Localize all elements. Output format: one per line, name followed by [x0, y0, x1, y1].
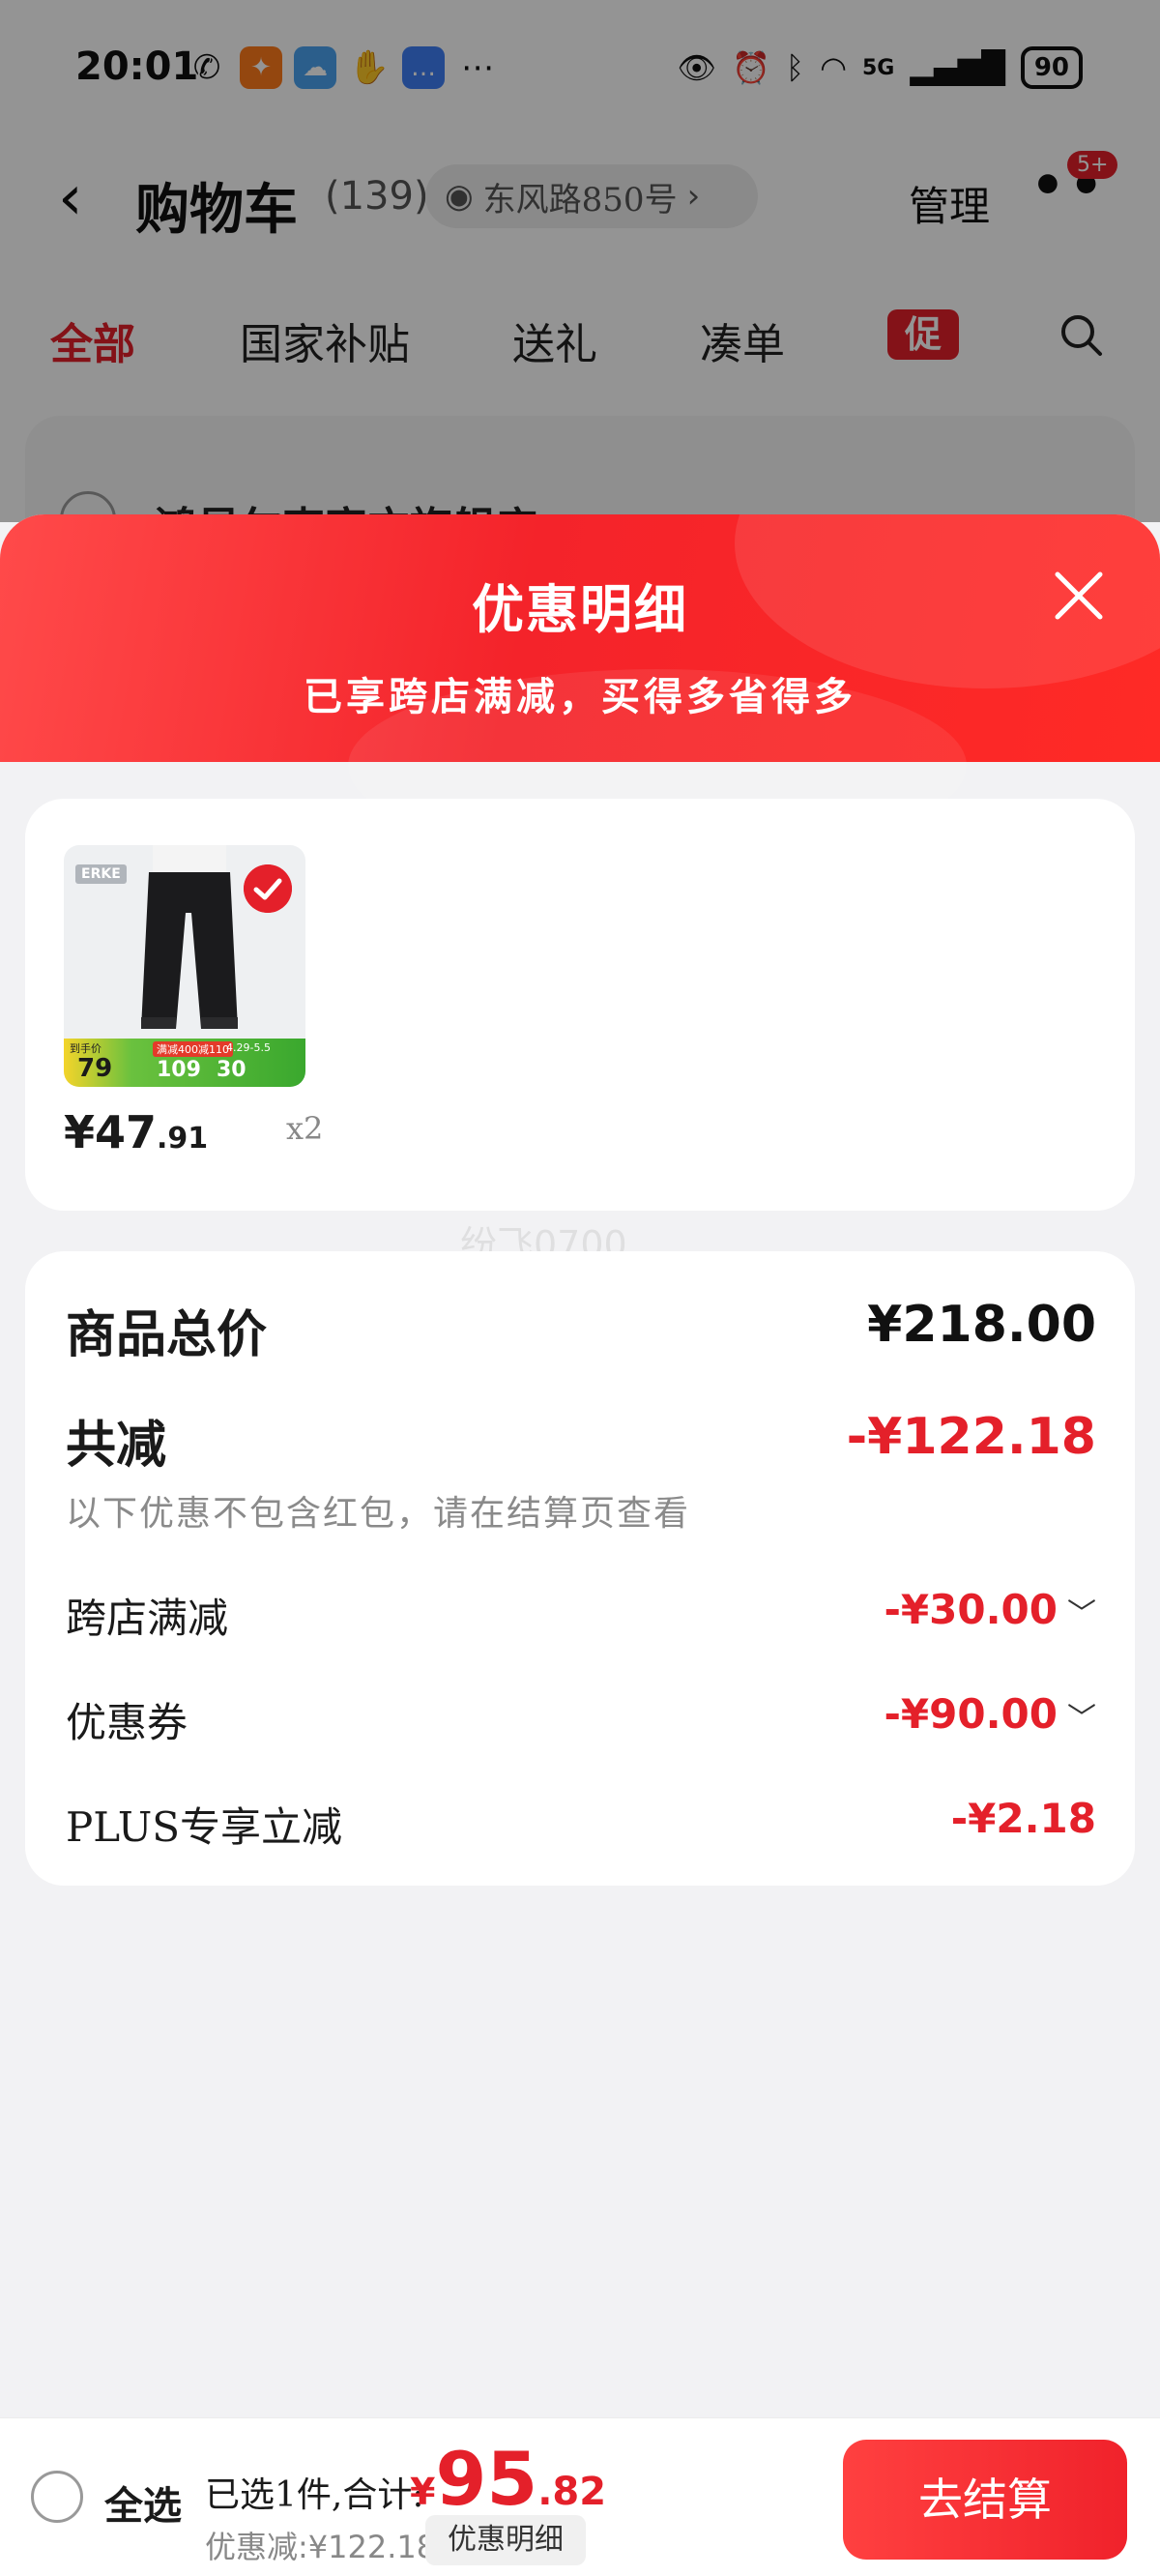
- pants-image: [141, 845, 238, 1029]
- coupon-value: -¥90.00: [884, 1690, 1058, 1738]
- product-price: ¥47.91: [64, 1106, 208, 1158]
- selected-check-icon: [244, 864, 292, 913]
- cross-store-label: 跨店满减: [66, 1595, 229, 1642]
- checkout-bar: 全选 已选1件,合计: ¥95.82 优惠减:¥122.18 优惠明细 去结算: [0, 2417, 1160, 2576]
- chevron-down-icon: ﹀: [1067, 1702, 1096, 1736]
- total-reduce-value: -¥122.18: [846, 1408, 1096, 1466]
- total-price-value: ¥218.00: [867, 1296, 1096, 1354]
- checkout-button[interactable]: 去结算: [843, 2440, 1127, 2560]
- price-summary-card: 商品总价 ¥218.00 共减 -¥122.18 以下优惠不包含红包，请在结算页…: [25, 1251, 1135, 1886]
- price-banner: 到手价 79 满减400减110 109 30 4.29-5.5: [64, 1039, 305, 1087]
- product-image[interactable]: ERKE 到手价 79 满减400减110 109 30 4.29-5.5: [64, 845, 305, 1087]
- banner-price-right: 30: [217, 1058, 246, 1082]
- price-int: ¥47: [64, 1106, 158, 1158]
- discount-detail-button[interactable]: 优惠明细: [425, 2515, 586, 2565]
- close-icon[interactable]: [1050, 567, 1108, 625]
- banner-tag-mid: 满减400减110: [153, 1041, 233, 1057]
- coupon-label: 优惠券: [66, 1699, 188, 1746]
- sheet-title: 优惠明细: [472, 578, 688, 640]
- brand-logo: ERKE: [75, 864, 127, 884]
- discount-note: 以下优惠不包含红包，请在结算页查看: [66, 1494, 691, 1534]
- total-dec: .82: [537, 2470, 607, 2514]
- product-card: ERKE 到手价 79 满减400减110 109 30 4.29-5.5 ¥4…: [25, 799, 1135, 1211]
- chevron-down-icon: ﹀: [1067, 1597, 1096, 1631]
- coupon-row[interactable]: -¥90.00 ﹀: [884, 1690, 1096, 1738]
- select-all-radio[interactable]: [31, 2471, 83, 2523]
- dim-overlay[interactable]: [0, 0, 1160, 522]
- product-quantity: x2: [286, 1110, 324, 1147]
- total-currency: ¥: [410, 2471, 436, 2513]
- banner-price-left: 79: [77, 1054, 113, 1083]
- total-amount: ¥95.82: [410, 2436, 606, 2522]
- banner-tag-right: 4.29-5.5: [226, 1041, 271, 1054]
- total-price-label: 商品总价: [66, 1305, 268, 1364]
- cross-store-value: -¥30.00: [884, 1586, 1058, 1633]
- banner-price-mid: 109: [157, 1058, 201, 1082]
- total-reduce-label: 共减: [66, 1416, 167, 1475]
- plus-discount-label: PLUS专享立减: [66, 1803, 343, 1851]
- discount-summary-text: 优惠减:¥122.18: [205, 2529, 437, 2565]
- price-dec: .91: [157, 1122, 209, 1156]
- selected-count-text: 已选1件,合计:: [205, 2475, 424, 2515]
- sheet-subtitle: 已享跨店满减，买得多省得多: [304, 674, 856, 719]
- total-int: 95: [435, 2436, 538, 2522]
- cross-store-row[interactable]: -¥30.00 ﹀: [884, 1586, 1096, 1633]
- sheet-header: 优惠明细 已享跨店满减，买得多省得多: [0, 514, 1160, 863]
- select-all-label[interactable]: 全选: [104, 2474, 182, 2531]
- discount-detail-sheet: 优惠明细 已享跨店满减，买得多省得多 ERKE 到手价 79 满减400减110: [0, 514, 1160, 2576]
- plus-discount-value: -¥2.18: [950, 1795, 1096, 1842]
